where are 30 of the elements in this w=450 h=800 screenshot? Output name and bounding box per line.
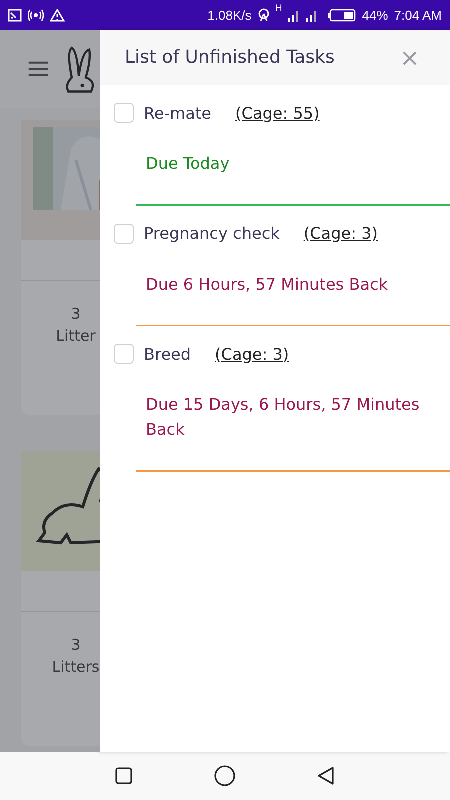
clock-time: 7:04 AM (394, 8, 442, 22)
due-text: Due 15 Days, 6 Hours, 57 Minutes Back (146, 394, 421, 441)
wifi-icon (258, 8, 270, 22)
home-icon[interactable] (214, 765, 236, 787)
task-checkbox[interactable] (114, 103, 134, 123)
litter-count: 3 (71, 636, 81, 654)
battery-percent: 44% (362, 8, 388, 22)
screencast-icon (8, 8, 22, 22)
due-text: Due 6 Hours, 57 Minutes Back (146, 274, 390, 296)
task-checkbox[interactable] (114, 344, 134, 364)
network-speed: 1.08K/s (208, 8, 252, 22)
task-name: Re-mate (144, 104, 212, 122)
task-checkbox[interactable] (114, 224, 134, 244)
hotspot-icon (28, 8, 44, 22)
warning-icon (50, 8, 65, 22)
drawer-title: List of Unfinished Tasks (125, 47, 336, 68)
task-name: Breed (144, 344, 192, 364)
cage-link[interactable]: (Cage: 3) (304, 224, 378, 243)
network-type: H (276, 3, 282, 13)
back-icon[interactable] (316, 766, 335, 786)
cage-link[interactable]: (Cage: 55) (236, 104, 320, 122)
due-text: Due Today (146, 153, 231, 175)
litter-label: Litter (56, 327, 96, 345)
litter-label: Litters (52, 658, 100, 676)
menu-icon[interactable] (28, 60, 49, 78)
cage-link[interactable]: (Cage: 3) (215, 344, 290, 364)
battery-icon (328, 8, 356, 22)
task-name: Pregnancy check (144, 224, 280, 243)
recent-apps-icon[interactable] (115, 767, 134, 785)
litter-count: 3 (71, 305, 81, 323)
